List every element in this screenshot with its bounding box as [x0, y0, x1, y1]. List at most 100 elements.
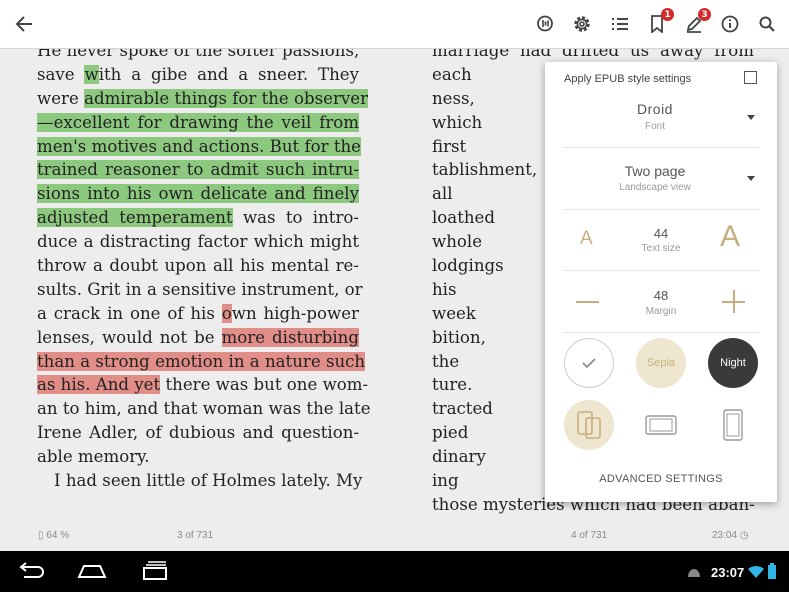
recent-apps-icon [143, 561, 167, 580]
text-span: duce a distracting factor which might [37, 232, 359, 252]
notification-icon [686, 566, 702, 584]
layout-label: Landscape view [619, 182, 691, 193]
layout-selector[interactable]: Two page Landscape view [545, 162, 777, 208]
text-span: an to him, and that woman was the late [37, 399, 371, 419]
auto-rotate-button[interactable] [564, 400, 614, 450]
auto-rotate-icon [577, 411, 601, 439]
margin-row: 48 Margin [545, 278, 777, 330]
info-button[interactable] [718, 12, 742, 36]
highlighted-text[interactable]: men's motives and actions. But for the [37, 136, 361, 156]
left-text-line: trained reasoner to admit such intru- [37, 158, 359, 182]
right-page-number: 4 of 731 [571, 530, 608, 541]
text-span: a crack in one of his [37, 303, 222, 323]
text-span: He never spoke of the softer passions, [37, 49, 360, 60]
battery-indicator: ▯ 64 % [38, 530, 70, 541]
text-span: ith a gibe and a sneer. They [98, 64, 359, 84]
left-text-line: Irene Adler, of dubious and question- [37, 421, 359, 445]
notes-badge: 3 [698, 8, 711, 21]
left-text-line: adjusted temperament was to intro- [37, 206, 359, 230]
left-text-line: lenses, would not be more disturbing [37, 326, 359, 350]
checkmark-icon [582, 358, 596, 369]
highlighted-text[interactable]: adjusted temperament [37, 208, 233, 228]
margin-value: 48 [653, 288, 669, 303]
decrease-margin-button[interactable] [576, 301, 599, 303]
highlighted-text[interactable]: admirable things for the observer [84, 88, 369, 108]
text-size-label: Text size [641, 243, 681, 254]
home-icon [77, 565, 107, 578]
left-page-text[interactable]: He never spoke of the softer passions, sa… [37, 49, 371, 493]
bookmarks-button[interactable]: 1 [645, 8, 674, 36]
increase-margin-button[interactable] [722, 290, 745, 313]
text-span: marriage had drifted us away from [432, 49, 754, 60]
left-text-line: —excellent for drawing the veil from [37, 111, 359, 135]
search-button[interactable] [755, 12, 779, 36]
system-navigation-bar: 23:07 [0, 551, 789, 592]
back-arrow-icon [15, 16, 32, 32]
text-to-speech-button[interactable] [533, 12, 557, 36]
right-text-line: marriage had drifted us away from [432, 49, 754, 63]
text-span: there was but one wom- [160, 375, 369, 395]
night-theme-button[interactable]: Night [708, 338, 758, 388]
settings-button[interactable] [570, 12, 594, 36]
text-span: save [37, 64, 85, 84]
highlighted-text[interactable]: more disturbing [221, 327, 359, 347]
text-span: lenses, would not be [37, 327, 222, 347]
day-theme-button[interactable] [564, 338, 614, 388]
back-icon [19, 562, 44, 578]
reading-settings-popup: Apply EPUB style settings Droid Font Two… [545, 62, 777, 502]
font-label: Font [644, 121, 665, 132]
text-span: were [37, 88, 85, 108]
text-span: able memory. [37, 447, 150, 467]
apply-epub-checkbox[interactable] [744, 71, 757, 84]
home-button[interactable] [77, 561, 107, 586]
decrease-text-size-button[interactable]: A [580, 228, 593, 250]
system-back-button[interactable] [16, 561, 46, 586]
left-text-line: able memory. [37, 445, 359, 469]
left-text-line: duce a distracting factor which might [37, 230, 359, 254]
list-icon [612, 18, 628, 30]
back-button[interactable] [12, 12, 36, 36]
highlighted-text[interactable]: w [84, 64, 99, 84]
left-text-line: throw a doubt upon all his mental re- [37, 254, 359, 278]
apply-epub-row[interactable]: Apply EPUB style settings [545, 71, 777, 94]
apply-epub-label: Apply EPUB style settings [564, 73, 692, 85]
text-span: was to intro- [232, 208, 359, 228]
notes-button[interactable]: 3 [682, 8, 711, 36]
bookmarks-badge: 1 [661, 8, 674, 21]
battery-status-icon [768, 563, 776, 584]
contents-button[interactable] [608, 12, 632, 36]
highlighted-text[interactable]: than a strong emotion in a nature such [37, 351, 366, 371]
left-text-line: an to him, and that woman was the late [37, 397, 371, 421]
left-text-line: were admirable things for the observer [37, 87, 369, 111]
chevron-down-icon [747, 176, 755, 181]
increase-text-size-button[interactable]: A [720, 220, 740, 254]
highlighted-text[interactable]: o [221, 303, 232, 323]
recent-apps-button[interactable] [140, 561, 170, 586]
highlighted-text[interactable]: trained reasoner to admit such intru- [37, 160, 359, 180]
text-span: Irene Adler, of dubious and question- [37, 423, 359, 443]
info-icon [721, 15, 739, 33]
layout-value: Two page [624, 163, 686, 179]
orientation-row [545, 400, 777, 452]
sepia-theme-button[interactable]: Sepia [636, 338, 686, 388]
highlighted-text[interactable]: —excellent for drawing the veil from [37, 112, 359, 132]
theme-row: Sepia Night [545, 338, 777, 390]
gear-icon [574, 16, 590, 32]
advanced-settings-button[interactable]: ADVANCED SETTINGS [545, 473, 777, 489]
font-value: Droid [637, 101, 673, 117]
landscape-button[interactable] [636, 400, 686, 450]
left-text-line: than a strong emotion in a nature such [37, 350, 366, 374]
search-icon [759, 16, 775, 32]
portrait-button[interactable] [708, 400, 758, 450]
status-clock: 23:07 [711, 565, 745, 580]
portrait-icon [723, 409, 743, 441]
text-span: I had seen little of Holmes lately. My [54, 471, 363, 491]
highlighted-text[interactable]: sions into his own delicate and finely [37, 184, 359, 204]
left-text-line: men's motives and actions. But for the [37, 135, 361, 159]
highlighted-text[interactable]: as his. And yet [37, 375, 161, 395]
text-size-row: A 44 Text size A [545, 217, 777, 269]
left-text-line: a crack in one of his own high-power [37, 302, 359, 326]
speech-bubble-icon [537, 15, 553, 32]
font-selector[interactable]: Droid Font [545, 100, 777, 148]
page-time: 23:04 ◷ [712, 530, 749, 541]
